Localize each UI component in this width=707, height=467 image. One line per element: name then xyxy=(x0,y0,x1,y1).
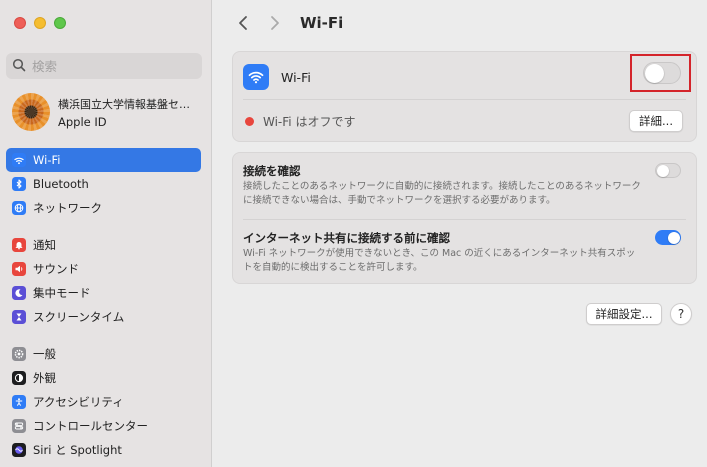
sidebar-item-label: アクセシビリティ xyxy=(33,395,124,409)
sidebar-item-label: ネットワーク xyxy=(33,201,102,215)
sidebar-item-bluetooth[interactable]: Bluetooth xyxy=(6,172,201,196)
sidebar-item-hourglass[interactable]: スクリーンタイム xyxy=(6,305,201,329)
highlight-box xyxy=(630,54,691,92)
moon-icon xyxy=(12,286,26,300)
hourglass-icon xyxy=(12,310,26,324)
sidebar-group-system: 一般外観アクセシビリティコントロールセンター Siri と Spotlight xyxy=(6,342,201,462)
chevron-right-icon xyxy=(271,16,279,30)
wifi-status: Wi-Fi はオフです xyxy=(245,113,355,130)
sidebar-item-label: Bluetooth xyxy=(33,177,89,191)
ask-hotspot-toggle[interactable] xyxy=(655,230,681,245)
bell-icon xyxy=(12,238,26,252)
sidebar: 横浜国立大学情報基盤セン… Apple ID Wi-Fi Bluetooth ネット… xyxy=(0,0,212,467)
sidebar-item-moon[interactable]: 集中モード xyxy=(6,281,201,305)
sidebar-item-label: 一般 xyxy=(33,347,56,361)
ask-join-toggle[interactable] xyxy=(655,163,681,178)
sidebar-item-label: 外観 xyxy=(33,371,56,385)
account-name: 横浜国立大学情報基盤セン… xyxy=(58,97,198,111)
wifi-label: Wi-Fi xyxy=(281,69,311,85)
sidebar-item-bell[interactable]: 通知 xyxy=(6,233,201,257)
forward-button[interactable] xyxy=(264,12,286,34)
close-button[interactable] xyxy=(14,17,26,29)
back-button[interactable] xyxy=(232,12,254,34)
page-title: Wi-Fi xyxy=(300,14,344,32)
sidebar-item-label: Wi-Fi xyxy=(33,153,61,167)
sidebar-group-notifications: 通知サウンド集中モードスクリーンタイム xyxy=(6,233,201,329)
accessibility-icon xyxy=(12,395,26,409)
control-center-icon xyxy=(12,419,26,433)
sidebar-item-appearance[interactable]: 外観 xyxy=(6,366,201,390)
wifi-icon xyxy=(12,153,26,167)
sidebar-item-label: スクリーンタイム xyxy=(33,310,125,324)
sidebar-item-label: サウンド xyxy=(33,262,79,276)
sidebar-item-control-center[interactable]: コントロールセンター xyxy=(6,414,201,438)
search-field[interactable] xyxy=(6,53,202,79)
avatar xyxy=(12,93,50,131)
toolbar: Wi-Fi xyxy=(232,12,343,34)
sidebar-item-wifi[interactable]: Wi-Fi xyxy=(6,148,201,172)
siri-icon xyxy=(12,443,26,457)
sidebar-item-accessibility[interactable]: アクセシビリティ xyxy=(6,390,201,414)
sidebar-item-label: 通知 xyxy=(33,238,56,252)
apple-id-account[interactable]: 横浜国立大学情報基盤セン… Apple ID xyxy=(12,93,198,131)
wifi-card: Wi-Fi Wi-Fi はオフです 詳細... xyxy=(232,51,697,142)
sidebar-item-siri[interactable]: Siri と Spotlight xyxy=(6,438,201,462)
bluetooth-icon xyxy=(12,177,26,191)
zoom-button[interactable] xyxy=(54,17,66,29)
sidebar-item-label: コントロールセンター xyxy=(33,419,148,433)
wifi-details-button[interactable]: 詳細... xyxy=(629,110,683,132)
sidebar-item-label: 集中モード xyxy=(33,286,91,300)
speaker-icon xyxy=(12,262,26,276)
account-subtitle: Apple ID xyxy=(58,114,107,129)
traffic-lights xyxy=(14,17,66,29)
advanced-settings-button[interactable]: 詳細設定... xyxy=(586,303,662,325)
ask-join-title: 接続を確認 xyxy=(243,164,301,178)
ask-hotspot-title: インターネット共有に接続する前に確認 xyxy=(243,231,450,245)
sidebar-item-gear[interactable]: 一般 xyxy=(6,342,201,366)
help-button[interactable]: ? xyxy=(670,303,692,325)
options-card: 接続を確認 接続したことのあるネットワークに自動的に接続されます。接続したことの… xyxy=(232,152,697,284)
wifi-status-text: Wi-Fi はオフです xyxy=(263,115,356,129)
divider xyxy=(243,219,686,220)
sidebar-item-label: Siri と Spotlight xyxy=(33,443,122,457)
minimize-button[interactable] xyxy=(34,17,46,29)
search-icon xyxy=(12,57,26,76)
sidebar-group-network: Wi-Fi Bluetooth ネットワーク xyxy=(6,148,201,220)
ask-join-description: 接続したことのあるネットワークに自動的に接続されます。接続したことのあるネットワ… xyxy=(243,181,641,206)
status-off-dot xyxy=(245,117,254,126)
gear-icon xyxy=(12,347,26,361)
appearance-icon xyxy=(12,371,26,385)
settings-window: 横浜国立大学情報基盤セン… Apple ID Wi-Fi Bluetooth ネット… xyxy=(0,0,707,467)
sidebar-item-globe[interactable]: ネットワーク xyxy=(6,196,201,220)
wifi-icon xyxy=(243,64,269,90)
ask-hotspot-description: Wi-Fi ネットワークが使用できないとき、この Mac の近くにあるインターネ… xyxy=(243,248,636,273)
search-input[interactable] xyxy=(32,58,192,74)
divider xyxy=(243,99,686,100)
main-pane: Wi-Fi Wi-Fi Wi-Fi はオフです 詳細... 接続を確認 接続した… xyxy=(212,0,707,467)
chevron-left-icon xyxy=(239,16,247,30)
globe-icon xyxy=(12,201,26,215)
sidebar-item-speaker[interactable]: サウンド xyxy=(6,257,201,281)
